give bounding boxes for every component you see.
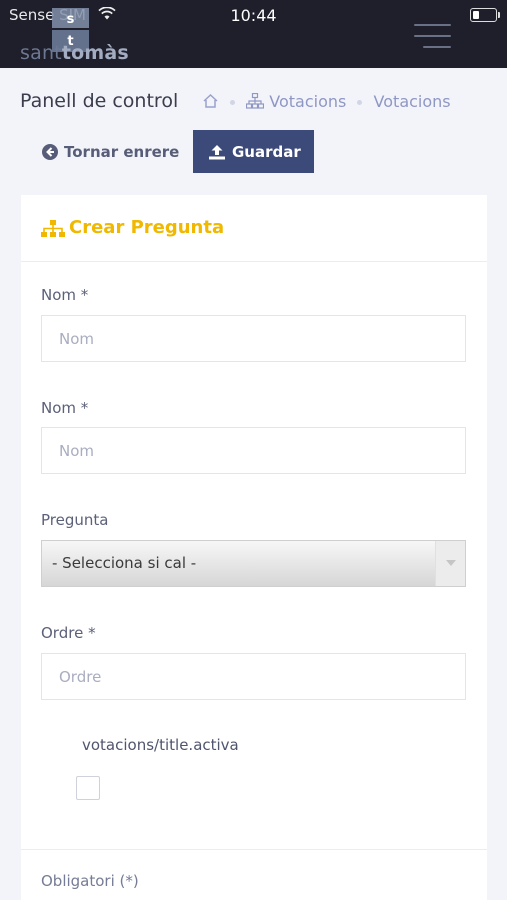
name-input-2[interactable] [41, 427, 466, 474]
app-header: Sense SIM 10:44 s t santtomàs [0, 0, 507, 68]
question-select[interactable]: - Selecciona si cal - [41, 540, 466, 587]
breadcrumb-separator [230, 100, 236, 105]
name-label: Nom * [41, 286, 89, 304]
form-card: Crear Pregunta Nom * Nom * Pregunta - Se… [21, 195, 487, 900]
page-title: Panell de control [20, 90, 179, 112]
card-header: Crear Pregunta [21, 195, 487, 262]
order-label: Ordre * [41, 624, 96, 642]
back-button-label: Tornar enrere [64, 142, 180, 161]
menu-icon[interactable] [414, 24, 451, 50]
back-button[interactable]: Tornar enrere [27, 130, 189, 173]
order-input[interactable] [41, 653, 466, 700]
logo[interactable]: santtomàs [20, 42, 129, 64]
home-icon[interactable] [202, 93, 219, 109]
question-select-value: - Selecciona si cal - [52, 554, 197, 572]
breadcrumb: Votacions Votacions [202, 92, 451, 111]
sitemap-icon [246, 92, 265, 109]
sitemap-icon [41, 220, 65, 237]
arrow-left-circle-icon [42, 143, 58, 160]
chevron-down-icon [435, 541, 465, 586]
logo-letter-top: s [66, 12, 75, 27]
breadcrumb-current: Votacions [373, 92, 451, 111]
save-button-label: Guardar [232, 142, 301, 161]
save-button[interactable]: Guardar [193, 130, 314, 173]
breadcrumb-link[interactable]: Votacions [269, 92, 346, 111]
logo-text-b: tomàs [61, 42, 129, 64]
logo-text-a: sant [20, 42, 62, 64]
divider [21, 849, 487, 850]
upload-icon [209, 144, 225, 159]
question-label: Pregunta [41, 511, 109, 529]
active-checkbox[interactable] [76, 776, 100, 800]
active-label: votacions/title.activa [82, 736, 239, 754]
breadcrumb-separator [357, 100, 363, 105]
subheader: Panell de control Votacions Votacions [20, 90, 487, 114]
battery-icon [470, 8, 500, 22]
card-title: Crear Pregunta [69, 217, 225, 238]
mandatory-label: Obligatori (*) [41, 872, 139, 890]
name-label-2: Nom * [41, 399, 89, 417]
name-input[interactable] [41, 315, 466, 362]
